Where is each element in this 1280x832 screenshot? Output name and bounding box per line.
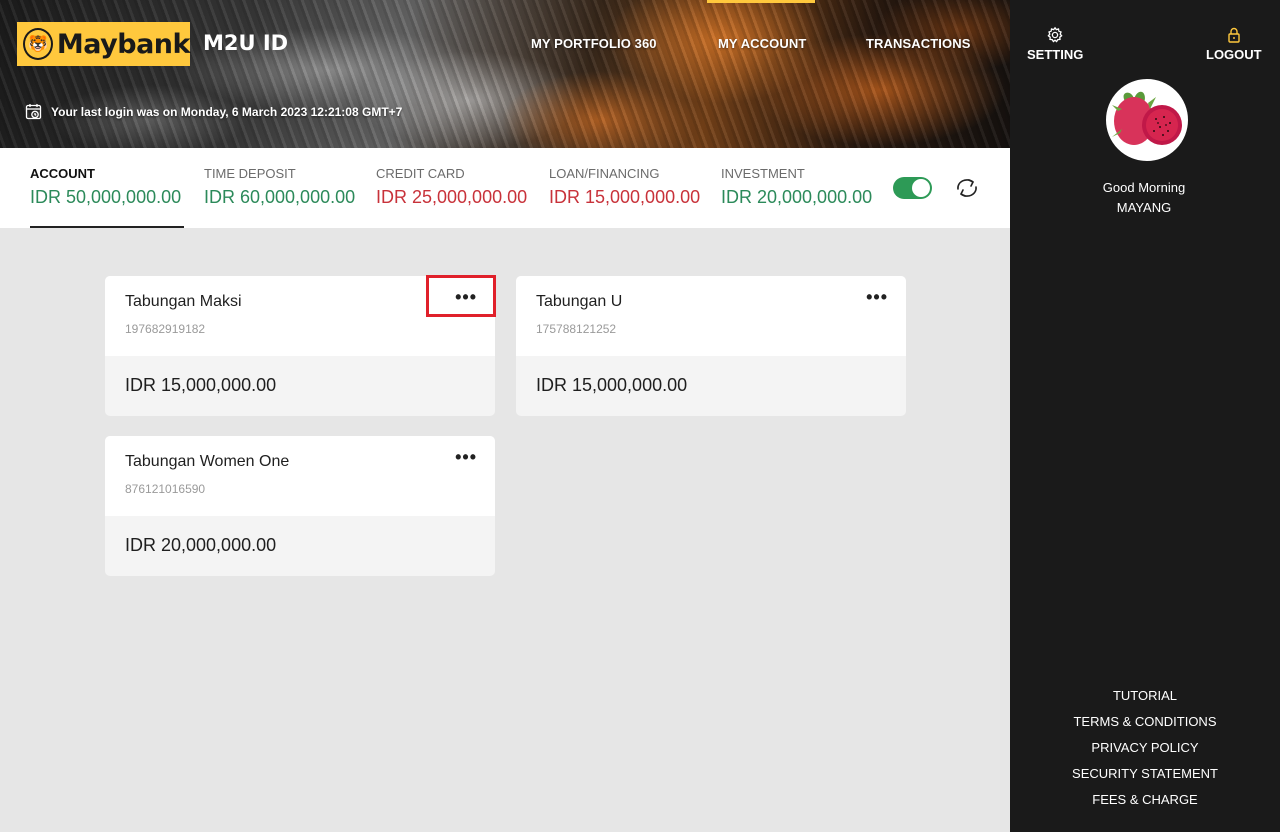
- calendar-clock-icon: [25, 104, 42, 120]
- account-balance: IDR 20,000,000.00: [125, 535, 277, 555]
- account-card[interactable]: Tabungan Women One 876121016590 ••• IDR …: [105, 436, 495, 576]
- tab-account-value: IDR 50,000,000.00: [30, 187, 182, 207]
- app-title: M2U ID: [203, 31, 289, 55]
- setting-label: SETTING: [1027, 47, 1084, 62]
- greeting: Good Morning MAYANG: [1010, 178, 1278, 218]
- tab-loan-financing[interactable]: LOAN/FINANCING IDR 15,000,000.00: [549, 166, 700, 208]
- header-banner: 🐯 Maybank M2U ID MY PORTFOLIO 360 MY ACC…: [0, 0, 1010, 148]
- highlight-annotation-box: [426, 275, 496, 317]
- tab-credit-card-value: IDR 25,000,000.00: [376, 187, 528, 207]
- refresh-icon[interactable]: [954, 176, 980, 200]
- tab-investment[interactable]: INVESTMENT IDR 20,000,000.00: [721, 166, 872, 208]
- tab-loan-financing-value: IDR 15,000,000.00: [549, 187, 701, 207]
- gear-icon: [1047, 26, 1063, 43]
- link-security-statement[interactable]: SECURITY STATEMENT: [1010, 765, 1280, 791]
- tab-time-deposit-label: TIME DEPOSIT: [204, 166, 296, 181]
- last-login-text: Your last login was on Monday, 6 March 2…: [51, 105, 403, 119]
- tiger-emblem-icon: 🐯: [23, 28, 53, 60]
- greeting-text: Good Morning: [1102, 180, 1186, 195]
- tab-account-label: ACCOUNT: [30, 166, 95, 181]
- account-name: Tabungan Women One: [125, 453, 290, 470]
- account-card-header: Tabungan Women One 876121016590 •••: [105, 436, 495, 516]
- active-tab-underline: [30, 226, 184, 228]
- tab-loan-financing-label: LOAN/FINANCING: [549, 166, 660, 181]
- tab-account[interactable]: ACCOUNT IDR 50,000,000.00: [30, 166, 181, 208]
- link-fees-charge[interactable]: FEES & CHARGE: [1010, 791, 1280, 817]
- nav-my-portfolio-360[interactable]: MY PORTFOLIO 360: [531, 36, 657, 51]
- nav-transactions[interactable]: TRANSACTIONS: [866, 36, 970, 51]
- tab-investment-label: INVESTMENT: [721, 166, 805, 181]
- toggle-knob: [912, 179, 930, 197]
- dragon-fruit-image: [1108, 81, 1186, 159]
- nav-my-account[interactable]: MY ACCOUNT: [718, 36, 806, 51]
- link-terms-conditions[interactable]: TERMS & CONDITIONS: [1010, 713, 1280, 739]
- logout-button[interactable]: LOGOUT: [1206, 26, 1262, 62]
- lock-icon: [1228, 27, 1240, 43]
- more-options-icon[interactable]: •••: [866, 288, 888, 306]
- footer-links: TUTORIAL TERMS & CONDITIONS PRIVACY POLI…: [1010, 687, 1280, 817]
- active-nav-indicator: [707, 0, 815, 3]
- logout-label: LOGOUT: [1206, 47, 1262, 62]
- logo-text: Maybank: [56, 28, 191, 60]
- more-options-icon[interactable]: •••: [455, 448, 477, 466]
- account-card-header: Tabungan U 175788121252 •••: [516, 276, 906, 356]
- account-number: 197682919182: [125, 322, 206, 336]
- account-card[interactable]: Tabungan U 175788121252 ••• IDR 15,000,0…: [516, 276, 906, 416]
- summary-bar: ACCOUNT IDR 50,000,000.00 TIME DEPOSIT I…: [0, 148, 1010, 228]
- link-tutorial[interactable]: TUTORIAL: [1010, 687, 1280, 713]
- maybank-logo[interactable]: 🐯 Maybank: [17, 22, 191, 66]
- account-balance: IDR 15,000,000.00: [536, 375, 688, 395]
- setting-button[interactable]: SETTING: [1027, 26, 1083, 62]
- tab-time-deposit[interactable]: TIME DEPOSIT IDR 60,000,000.00: [204, 166, 355, 208]
- account-name: Tabungan U: [536, 293, 623, 310]
- account-number: 876121016590: [125, 482, 206, 496]
- account-name: Tabungan Maksi: [125, 293, 242, 310]
- right-sidebar: SETTING LOGOUT Good Morning MAYANG TUTOR…: [1010, 0, 1280, 832]
- avatar[interactable]: [1106, 79, 1188, 161]
- last-login-info: Your last login was on Monday, 6 March 2…: [25, 103, 402, 121]
- balance-visibility-toggle[interactable]: [893, 177, 932, 199]
- tab-credit-card[interactable]: CREDIT CARD IDR 25,000,000.00: [376, 166, 527, 208]
- link-privacy-policy[interactable]: PRIVACY POLICY: [1010, 739, 1280, 765]
- account-number: 175788121252: [536, 322, 617, 336]
- tab-investment-value: IDR 20,000,000.00: [721, 187, 873, 207]
- tab-time-deposit-value: IDR 60,000,000.00: [204, 187, 356, 207]
- user-name: MAYANG: [1116, 200, 1172, 215]
- tab-credit-card-label: CREDIT CARD: [376, 166, 465, 181]
- account-balance: IDR 15,000,000.00: [125, 375, 277, 395]
